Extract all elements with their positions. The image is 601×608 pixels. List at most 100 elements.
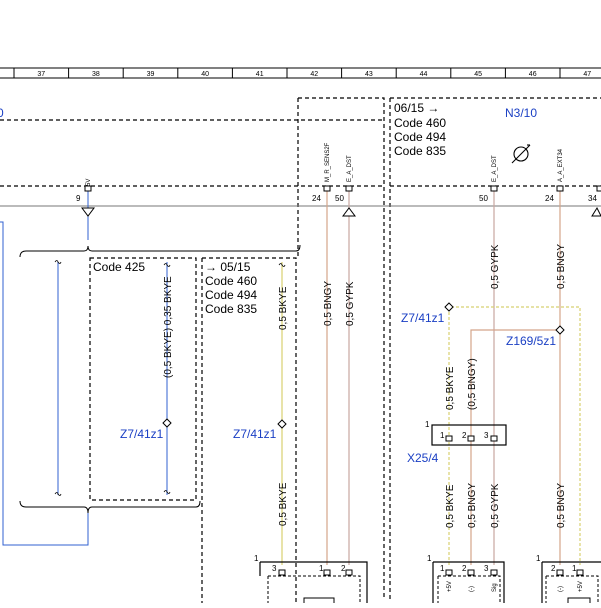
wire-label-bkye-2: 0,5 BKYE <box>278 482 289 526</box>
bottom-sub-labels: +5V (-) Sig (-) +5V <box>447 581 584 592</box>
wire-label-bngy-2: 0,5 BNGY <box>556 244 567 289</box>
conn-c-sub-1: (-) <box>558 586 564 592</box>
x25-pin-labels: 1 1 2 3 <box>425 420 489 440</box>
pin-24b: 24 <box>545 194 554 203</box>
sensor-icon <box>511 144 531 164</box>
x25-pin-outer: 1 <box>425 420 430 429</box>
arrow-up-icon <box>342 207 356 217</box>
ruler-column-label: 39 <box>147 71 155 78</box>
ruler-column-label: 44 <box>420 71 428 78</box>
ruler-column-label: 38 <box>92 71 100 78</box>
x25-pin-terminals <box>445 435 498 442</box>
arrow-up-icon-right <box>591 206 601 217</box>
wire-label-bngy-4: 0,5 BNGY <box>556 483 567 528</box>
wire-label-bkye-1: 0,5 BKYE <box>278 286 289 330</box>
x25-pin-2: 2 <box>462 431 467 440</box>
signal-5v: 5V <box>86 179 92 186</box>
signal-a-a-ext34: A_A_EXT34 <box>558 148 564 182</box>
wire-label-gypk-3: 0,5 GYPK <box>490 483 501 528</box>
conn-c-sub-2: +5V <box>578 581 584 592</box>
pin-34: 34 <box>588 194 597 203</box>
n310-component-id: N3/10 <box>505 106 537 120</box>
pin-50a: 50 <box>335 194 344 203</box>
conn-a-pin-1: 3 <box>272 564 277 573</box>
n310-code-2: Code 494 <box>394 130 446 144</box>
wire-label-bkye-paren: (0,5 BKYE) 0,35 BKYE <box>163 276 174 378</box>
ruler-column-label: 42 <box>310 71 318 78</box>
n310-date-note: 06/15 → <box>394 101 439 115</box>
splice-label-z7-41z1-c: Z7/41z1 <box>401 311 445 325</box>
pin-numbers: 9 24 50 50 24 34 <box>76 194 597 203</box>
second-date-note: → 05/15 <box>205 260 251 274</box>
signal-m-r-sens2f: M_R_SENS2F <box>325 142 331 182</box>
diagram-canvas: 37 38 39 40 41 42 43 44 45 46 47 0 06/15… <box>0 67 601 607</box>
conn-b-outer: 1 <box>427 554 432 563</box>
wire-label-bkye-5: 0,5 BKYE <box>445 484 456 528</box>
conn-b-sub-3: Sig <box>492 583 498 592</box>
wire-label-bngy-paren: (0,5 BNGY) <box>467 358 478 410</box>
wire-label-gypk-2: 0,5 GYPK <box>490 244 501 289</box>
n310-code-1: Code 460 <box>394 116 446 130</box>
frame-code425 <box>89 257 197 501</box>
splice-diamond-icon <box>162 418 172 428</box>
conn-b-pin-2: 2 <box>462 564 467 573</box>
conn-a-pin-2: 1 <box>319 564 324 573</box>
conn-c-outer: 1 <box>536 554 541 563</box>
frame-mid <box>298 97 385 600</box>
wire-bngy-loop <box>470 329 560 565</box>
brace-bottom <box>19 500 201 514</box>
pin-24a: 24 <box>312 194 321 203</box>
text-layer: 0 06/15 → Code 460 Code 494 Code 835 N3/… <box>0 101 537 316</box>
conn-c-pin-2: 1 <box>572 564 577 573</box>
pin-50b: 50 <box>479 194 488 203</box>
wiring-diagram: 37 38 39 40 41 42 43 44 45 46 47 0 06/15… <box>0 0 601 607</box>
conn-b-pin-1: 1 <box>440 564 445 573</box>
splice-label-z7-41z1-a: Z7/41z1 <box>120 427 164 441</box>
splice-diamond-icon <box>555 325 565 335</box>
conn-b-pin-3: 3 <box>484 564 489 573</box>
conn-b-sub-2: (-) <box>469 586 475 592</box>
connector-label-x25-4: X25/4 <box>407 451 439 465</box>
signal-e-a-dst-2: E_A_DST <box>492 155 498 182</box>
n310-code-3: Code 835 <box>394 144 446 158</box>
second-code-1: Code 460 <box>205 274 257 288</box>
wire-label-bngy-3: 0,5 BNGY <box>467 483 478 528</box>
bottom-pin-labels: 1 3 1 2 1 1 2 3 1 2 1 <box>254 554 577 573</box>
second-code-2: Code 494 <box>205 288 257 302</box>
wire-label-bkye-4: 0,5 BKYE <box>445 366 456 410</box>
bottom-connectors <box>259 561 601 607</box>
ruler-column-label: 40 <box>201 71 209 78</box>
splice-diamond-icon <box>444 302 454 312</box>
ruler-column-label: 45 <box>474 71 482 78</box>
conn-c-pin-1: 2 <box>551 564 556 573</box>
arrow-down-icon <box>81 207 95 217</box>
conn-a-outer: 1 <box>254 554 259 563</box>
x25-pin-1: 1 <box>440 431 445 440</box>
x25-pin-3: 3 <box>484 431 489 440</box>
ruler-column-label: 47 <box>583 71 591 78</box>
wire-label-gypk-1: 0,5 GYPK <box>345 281 356 326</box>
wire-label-bngy-1: 0,5 BNGY <box>323 281 334 326</box>
second-code-3: Code 835 <box>205 302 257 316</box>
ruler-column-label: 43 <box>365 71 373 78</box>
pin-terminals <box>84 185 601 192</box>
splice-diamond-icon <box>277 419 287 429</box>
signal-names: 5V M_R_SENS2F E_A_DST E_A_DST A_A_EXT34 <box>86 142 564 186</box>
brace-top <box>19 244 301 258</box>
splice-label-z169-5z1: Z169/5z1 <box>506 334 556 348</box>
ruler-column-label: 37 <box>37 71 45 78</box>
ruler-column-label: 46 <box>529 71 537 78</box>
conn-b-sub-1: +5V <box>447 581 453 592</box>
bottom-pin-terminals <box>278 569 584 576</box>
signal-e-a-dst-1: E_A_DST <box>347 155 353 182</box>
code425-label: Code 425 <box>93 260 145 274</box>
blue-wire-left <box>0 221 89 546</box>
dashed-frames <box>0 97 601 603</box>
splice-points <box>162 302 565 429</box>
ruler-column-label: 41 <box>256 71 264 78</box>
pin-9: 9 <box>76 194 81 203</box>
conn-a-pin-3: 2 <box>341 564 346 573</box>
colored-wires <box>281 188 581 565</box>
splice-label-z7-41z1-b: Z7/41z1 <box>233 427 277 441</box>
ruler-labels: 37 38 39 40 41 42 43 44 45 46 47 <box>37 71 591 78</box>
